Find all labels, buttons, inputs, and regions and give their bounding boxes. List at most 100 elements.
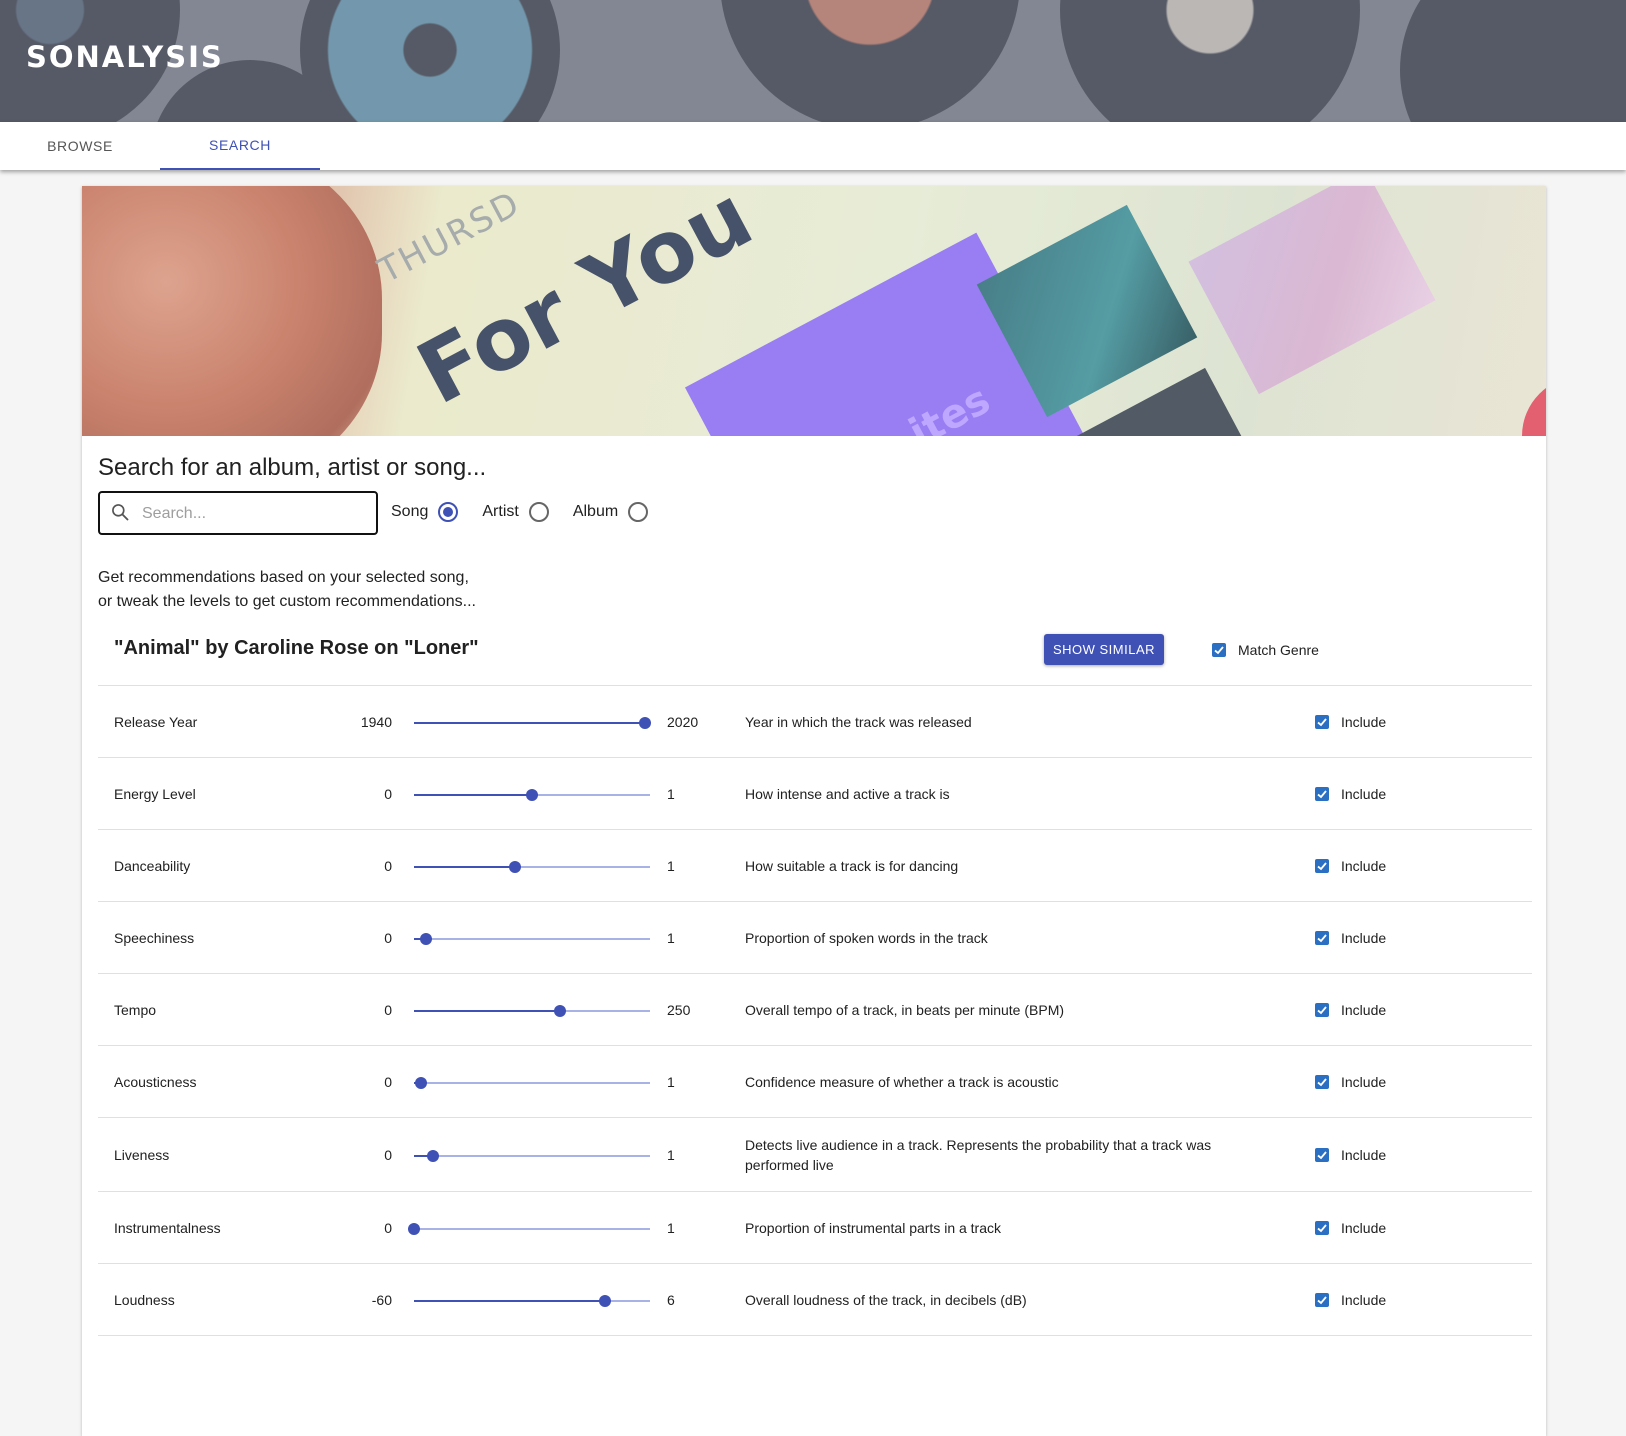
tab-bar: BROWSE SEARCH	[0, 122, 1626, 170]
include-toggle[interactable]: Include	[1315, 1118, 1386, 1191]
include-toggle[interactable]: Include	[1315, 758, 1386, 829]
checkmark-icon	[1317, 1150, 1327, 1159]
slider-thumb[interactable]	[415, 1076, 427, 1089]
search-input[interactable]	[140, 493, 368, 535]
search-title: Search for an album, artist or song...	[98, 454, 487, 481]
include-checkbox[interactable]	[1315, 714, 1329, 729]
include-toggle[interactable]: Include	[1315, 902, 1386, 973]
feature-min: 0	[384, 1219, 392, 1236]
feature-slider[interactable]	[414, 788, 650, 801]
feature-description: Overall tempo of a track, in beats per m…	[745, 1001, 1065, 1018]
include-toggle[interactable]: Include	[1315, 974, 1386, 1045]
feature-slider[interactable]	[408, 1222, 650, 1235]
match-genre-checkbox[interactable]	[1212, 643, 1226, 657]
radio-label-artist: Artist	[482, 503, 519, 520]
slider-track	[414, 1009, 560, 1012]
checkmark-icon	[1317, 1223, 1327, 1232]
slider-thumb[interactable]	[427, 1149, 439, 1162]
include-label: Include	[1341, 1219, 1387, 1236]
feature-max: 1	[667, 1073, 675, 1090]
feature-max: 1	[667, 1219, 675, 1236]
radio-album[interactable]	[628, 502, 649, 522]
slider-track	[414, 865, 515, 868]
slider-rail[interactable]	[414, 1154, 650, 1157]
slider-rail[interactable]	[414, 937, 650, 940]
slider-thumb[interactable]	[554, 1004, 566, 1017]
search-icon	[112, 504, 129, 521]
slider-thumb[interactable]	[408, 1222, 420, 1235]
feature-row: Energy Level 0 1 How intense and active a t…	[98, 757, 1532, 829]
include-toggle[interactable]: Include	[1315, 1046, 1386, 1117]
feature-row: Tempo 0 250 Overall tempo of a track, in be…	[98, 973, 1532, 1045]
feature-description: Proportion of spoken words in the track	[745, 929, 988, 946]
feature-slider[interactable]	[414, 1149, 650, 1162]
feature-min: 0	[384, 929, 392, 946]
header-overlay	[0, 0, 1626, 122]
slider-rail[interactable]	[414, 1081, 650, 1084]
feature-name: Loudness	[114, 1291, 175, 1308]
feature-name: Instrumentalness	[114, 1219, 221, 1236]
include-toggle[interactable]: Include	[1315, 1192, 1386, 1263]
tab-browse[interactable]: BROWSE	[0, 122, 160, 170]
feature-row: Acousticness 0 1 Confidence measure of whet…	[98, 1045, 1532, 1117]
slider-thumb[interactable]	[526, 788, 538, 801]
include-checkbox[interactable]	[1315, 786, 1329, 801]
feature-description: How intense and active a track is	[745, 785, 950, 802]
include-toggle[interactable]: Include	[1315, 1264, 1386, 1335]
feature-name: Acousticness	[114, 1073, 197, 1090]
slider-track	[414, 721, 645, 724]
match-genre-toggle[interactable]: Match Genre	[1212, 638, 1319, 662]
feature-min: 0	[384, 1073, 392, 1090]
radio-artist[interactable]	[528, 502, 549, 522]
feature-slider[interactable]	[414, 1076, 650, 1089]
intro-text: Get recommendations based on your select…	[98, 569, 476, 610]
feature-min: 0	[384, 857, 392, 874]
show-similar-button[interactable]: SHOW SIMILAR	[1044, 634, 1164, 665]
selected-track-title: "Animal" by Caroline Rose on "Loner"	[114, 637, 479, 659]
app-header: SONALYSIS	[0, 0, 1626, 122]
feature-max: 250	[667, 1001, 691, 1018]
feature-description: Detects live audience in a track. Repres…	[745, 1136, 1212, 1173]
include-checkbox[interactable]	[1315, 1074, 1329, 1089]
feature-row: Liveness 0 1 Detects live audience in a tra…	[98, 1117, 1532, 1191]
slider-rail[interactable]	[414, 1227, 650, 1230]
slider-thumb[interactable]	[509, 860, 521, 873]
include-toggle[interactable]: Include	[1315, 686, 1386, 757]
include-checkbox[interactable]	[1315, 930, 1329, 945]
slider-thumb[interactable]	[639, 716, 651, 729]
include-checkbox[interactable]	[1315, 1220, 1329, 1235]
checkmark-icon	[1317, 933, 1327, 942]
feature-min: 0	[384, 1146, 392, 1163]
feature-name: Energy Level	[114, 785, 196, 802]
feature-row: Loudness -60 6 Overall loudness of the trac…	[98, 1263, 1532, 1336]
include-checkbox[interactable]	[1315, 1147, 1329, 1162]
feature-slider[interactable]	[414, 1004, 650, 1017]
include-checkbox[interactable]	[1315, 1002, 1329, 1017]
checkmark-icon	[1317, 1077, 1327, 1086]
feature-slider[interactable]	[414, 1294, 650, 1307]
feature-row: Danceability 0 1 How suitable a track is fo…	[98, 829, 1532, 901]
checkmark-icon	[1214, 646, 1224, 655]
feature-slider[interactable]	[414, 716, 651, 729]
include-toggle[interactable]: Include	[1315, 830, 1386, 901]
slider-thumb[interactable]	[420, 932, 432, 945]
slider-thumb[interactable]	[599, 1294, 611, 1307]
app-logo[interactable]: SONALYSIS	[26, 40, 224, 74]
feature-max: 2020	[667, 713, 699, 730]
feature-slider[interactable]	[414, 932, 650, 945]
feature-name: Tempo	[114, 1001, 157, 1018]
feature-row: Speechiness 0 1 Proportion of spoken words …	[98, 901, 1532, 973]
include-label: Include	[1341, 1291, 1387, 1308]
tab-search[interactable]: SEARCH	[160, 122, 320, 170]
feature-name: Danceability	[114, 857, 191, 874]
hero-image: THURSD For You ites	[82, 186, 1546, 436]
search-type-radio-group: Song Artist Album	[391, 498, 672, 526]
radio-song[interactable]	[438, 502, 459, 522]
include-label: Include	[1341, 1001, 1387, 1018]
feature-row: Instrumentalness 0 1 Proportion of instrume…	[98, 1191, 1532, 1263]
include-label: Include	[1341, 1073, 1387, 1090]
search-field[interactable]	[98, 491, 378, 535]
feature-slider[interactable]	[414, 860, 650, 873]
include-checkbox[interactable]	[1315, 858, 1329, 873]
include-checkbox[interactable]	[1315, 1292, 1329, 1307]
